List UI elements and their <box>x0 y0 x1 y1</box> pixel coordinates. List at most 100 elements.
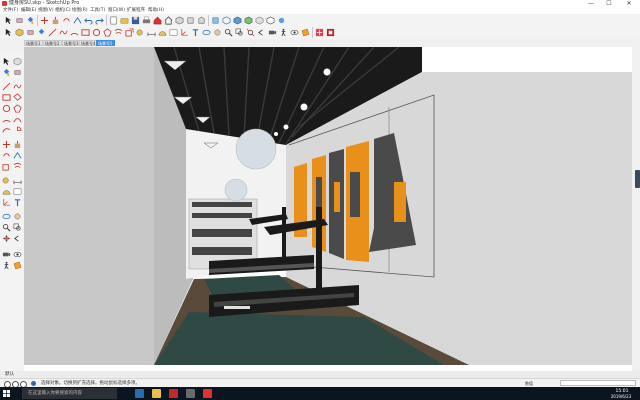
previous-view-icon[interactable] <box>257 28 266 37</box>
polygon-icon[interactable] <box>13 104 22 113</box>
menu-tools[interactable]: 工具(T) <box>90 8 105 13</box>
textured-icon[interactable] <box>244 16 253 25</box>
maximize-button[interactable]: ☐ <box>602 0 616 7</box>
xray-style-icon[interactable] <box>211 16 220 25</box>
zoom-extents-icon[interactable] <box>246 28 255 37</box>
3d-text-icon[interactable] <box>13 198 22 207</box>
home-view-icon[interactable] <box>164 16 173 25</box>
offset-icon[interactable] <box>13 162 22 171</box>
select-icon[interactable] <box>4 16 13 25</box>
hidden-line-icon[interactable] <box>266 16 275 25</box>
position-camera-icon[interactable] <box>268 28 277 37</box>
menu-window[interactable]: 窗口(W) <box>108 8 125 13</box>
dimension-icon[interactable] <box>13 176 22 185</box>
menu-help[interactable]: 帮助(H) <box>148 8 164 13</box>
walk-icon[interactable] <box>2 261 11 270</box>
save-icon[interactable] <box>131 16 140 25</box>
paint-bucket-icon[interactable] <box>26 16 35 25</box>
make-component-icon[interactable] <box>13 57 22 66</box>
new-file-icon[interactable] <box>109 16 118 25</box>
push-pull-icon[interactable] <box>51 16 60 25</box>
zoom-window-icon[interactable] <box>13 223 22 232</box>
3d-warehouse-icon[interactable] <box>153 16 162 25</box>
text-icon[interactable] <box>169 28 178 37</box>
iso-view-icon[interactable] <box>175 16 184 25</box>
eraser-icon[interactable] <box>13 68 22 77</box>
circle-icon[interactable] <box>2 104 11 113</box>
line-icon[interactable] <box>48 28 57 37</box>
move-icon[interactable] <box>40 16 49 25</box>
scene-tab-3[interactable]: 场景号3 <box>62 40 81 46</box>
dimension-icon[interactable] <box>147 28 156 37</box>
sketchup-taskbar-icon[interactable] <box>203 389 212 398</box>
zoom-icon[interactable] <box>2 223 11 232</box>
push-pull-icon[interactable] <box>13 140 22 149</box>
tape-measure-icon[interactable] <box>2 176 11 185</box>
follow-me-icon[interactable] <box>73 16 82 25</box>
rotated-rectangle-icon[interactable] <box>13 93 22 102</box>
zoom-icon[interactable] <box>224 28 233 37</box>
component-icon[interactable] <box>15 28 24 37</box>
front-view-icon[interactable] <box>197 16 206 25</box>
rectangle-icon[interactable] <box>81 28 90 37</box>
orbit-icon[interactable] <box>202 28 211 37</box>
orbit-icon[interactable] <box>2 212 11 221</box>
paint-bucket-icon[interactable] <box>37 28 46 37</box>
tray-expand-handle[interactable] <box>635 170 640 188</box>
pan-icon[interactable] <box>13 212 22 221</box>
menu-extensions[interactable]: 扩展程序 <box>127 8 145 13</box>
scene-tab-2[interactable]: 场景号2 <box>43 40 62 46</box>
paint-bucket-icon[interactable] <box>2 68 11 77</box>
menu-draw[interactable]: 绘图(R) <box>72 8 88 13</box>
text-icon[interactable] <box>13 187 22 196</box>
tape-measure-icon[interactable] <box>136 28 145 37</box>
rotate-icon[interactable] <box>62 16 71 25</box>
circle-icon[interactable] <box>92 28 101 37</box>
offset-icon[interactable] <box>114 28 123 37</box>
move-icon[interactable] <box>2 140 11 149</box>
top-view-icon[interactable] <box>186 16 195 25</box>
walk-icon[interactable] <box>279 28 288 37</box>
arc-icon[interactable] <box>70 28 79 37</box>
select-icon[interactable] <box>2 57 11 66</box>
wireframe-icon[interactable] <box>222 16 231 25</box>
scene-tab-5[interactable]: 场景号5 <box>96 40 115 46</box>
rectangle-icon[interactable] <box>2 93 11 102</box>
menu-edit[interactable]: 编辑(E) <box>21 8 36 13</box>
extension-warehouse-icon[interactable] <box>326 28 335 37</box>
follow-me-icon[interactable] <box>13 151 22 160</box>
add-location-icon[interactable] <box>315 28 324 37</box>
file-explorer-icon[interactable] <box>152 389 161 398</box>
section-plane-icon[interactable] <box>301 28 310 37</box>
acrobat-icon[interactable] <box>169 389 178 398</box>
scale-icon[interactable] <box>2 162 11 171</box>
edge-browser-icon[interactable] <box>135 389 144 398</box>
section-plane-icon[interactable] <box>13 261 22 270</box>
menu-view[interactable]: 视图(V) <box>38 8 54 13</box>
polygon-icon[interactable] <box>103 28 112 37</box>
model-viewport[interactable] <box>24 47 632 371</box>
measurements-input[interactable] <box>560 380 636 386</box>
zoom-window-icon[interactable] <box>235 28 244 37</box>
pan-icon[interactable] <box>213 28 222 37</box>
previous-view-icon[interactable] <box>13 234 22 243</box>
3d-text-icon[interactable] <box>191 28 200 37</box>
shadows-icon[interactable] <box>277 16 286 25</box>
arc-icon[interactable] <box>2 115 11 124</box>
axes-icon[interactable] <box>180 28 189 37</box>
minimize-button[interactable]: — <box>584 0 598 7</box>
eraser-icon[interactable] <box>15 16 24 25</box>
shaded-icon[interactable] <box>233 16 242 25</box>
two-point-arc-icon[interactable] <box>13 115 22 124</box>
protractor-icon[interactable] <box>158 28 167 37</box>
menu-file[interactable]: 文件(F) <box>3 8 18 13</box>
zoom-extents-icon[interactable] <box>2 234 11 243</box>
scene-tab-4[interactable]: 场景号4 <box>79 40 98 46</box>
look-around-icon[interactable] <box>290 28 299 37</box>
undo-icon[interactable] <box>84 16 93 25</box>
select-icon[interactable] <box>4 28 13 37</box>
help-info-icon[interactable] <box>31 381 36 386</box>
pie-icon[interactable] <box>13 126 22 135</box>
position-camera-icon[interactable] <box>2 250 11 259</box>
axes-icon[interactable] <box>2 198 11 207</box>
